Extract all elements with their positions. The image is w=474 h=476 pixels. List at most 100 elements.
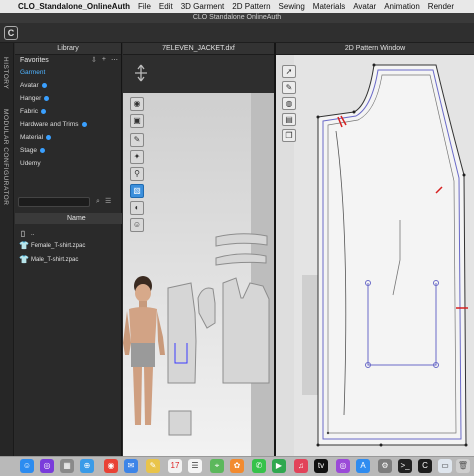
list-view-icon[interactable]: ☰: [105, 197, 117, 207]
library-item-label: Hardware and Trims: [20, 121, 79, 128]
avatar-tool-icon[interactable]: ◉: [130, 97, 144, 111]
move-tool-icon[interactable]: [131, 63, 151, 83]
podcasts-icon[interactable]: ◎: [336, 459, 350, 473]
tab-history[interactable]: HISTORY: [2, 57, 9, 89]
fabric-color-icon[interactable]: ◍: [282, 97, 296, 110]
app-root: CLO_Standalone_OnlineAuth File Edit 3D G…: [0, 0, 474, 476]
library-item-stage[interactable]: Stage: [20, 147, 45, 154]
2d-viewport[interactable]: ➚ ✎ ◍ ▤ ❐: [276, 55, 474, 456]
avatar-display-icon[interactable]: ☺: [130, 218, 144, 232]
launchpad-icon[interactable]: ▦: [60, 459, 74, 473]
notes-icon[interactable]: ✎: [146, 459, 160, 473]
tack-tool-icon[interactable]: ⚲: [130, 167, 144, 181]
pattern-piece-back: [222, 277, 270, 384]
favorites-label[interactable]: Favorites: [20, 57, 49, 64]
tab-modular-configurator[interactable]: MODULAR CONFIGURATOR: [2, 109, 9, 205]
maps-icon[interactable]: ⌖: [210, 459, 224, 473]
edit-pattern-icon[interactable]: ✎: [282, 81, 296, 94]
music-icon[interactable]: ♫: [294, 459, 308, 473]
menu-materials[interactable]: Materials: [309, 2, 349, 11]
sync-dot-icon: [46, 135, 52, 140]
pattern-piece-sleeve: [197, 287, 216, 329]
garment-tool-icon[interactable]: ▣: [130, 114, 144, 128]
facetime-icon[interactable]: ▶: [272, 459, 286, 473]
sync-dot-icon: [81, 122, 87, 127]
menu-render[interactable]: Render: [424, 2, 458, 11]
menu-animation[interactable]: Animation: [380, 2, 424, 11]
preview-icon[interactable]: ▭: [438, 459, 452, 473]
macos-dock: ☺ ◎ ▦ ⊕ ◉ ✉ ✎ 17 ☰ ⌖ ✿ ✆ ▶ ♫ tv ◎ A ⚙ >_…: [0, 456, 474, 476]
fabric-display-icon[interactable]: ▧: [130, 184, 144, 198]
3d-viewport[interactable]: ◉ ▣ ✎ ✦ ⚲ ▧ ◐ ☺: [123, 93, 274, 456]
sync-dot-icon: [41, 83, 47, 88]
3d-scene: [123, 93, 274, 456]
library-item-material[interactable]: Material: [20, 134, 52, 141]
app-toolbar: C: [0, 23, 474, 43]
library-item-avatar[interactable]: Avatar: [20, 82, 47, 89]
tshirt-icon: 👕: [19, 255, 29, 264]
file-row-female-tshirt[interactable]: 👕 Female_T-shirt.zpac: [19, 241, 85, 251]
select-pattern-icon[interactable]: ➚: [282, 65, 296, 78]
2d-window-title: 2D Pattern Window: [276, 43, 474, 55]
library-item-label: Hanger: [20, 95, 42, 102]
2d-pattern-canvas: [294, 55, 474, 456]
library-item-hardware[interactable]: Hardware and Trims: [20, 121, 87, 128]
3d-toolbar: [123, 55, 274, 93]
clo-icon[interactable]: C: [418, 459, 432, 473]
menu-3d-garment[interactable]: 3D Garment: [177, 2, 229, 11]
menu-edit[interactable]: Edit: [155, 2, 177, 11]
sync-dot-icon: [44, 96, 50, 101]
file-row-parent[interactable]: ▯ ..: [19, 229, 35, 239]
pattern-piece-collar: [215, 233, 268, 247]
library-panel: Library Favorites ⇩ + ⋯ Garment Avatar H…: [15, 43, 122, 456]
library-search-input[interactable]: [18, 197, 90, 207]
library-item-fabric[interactable]: Fabric: [20, 108, 47, 115]
messages-icon[interactable]: ✆: [252, 459, 266, 473]
menu-sewing[interactable]: Sewing: [275, 2, 309, 11]
mail-icon[interactable]: ✉: [124, 459, 138, 473]
library-item-udemy[interactable]: Udemy: [20, 160, 41, 167]
library-tools: ⇩ + ⋯: [91, 56, 118, 64]
library-item-label: Garment: [20, 69, 46, 76]
copy-pattern-icon[interactable]: ❐: [282, 129, 296, 142]
pattern-piece-front-left: [167, 282, 197, 384]
3d-garment-window: 7ELEVEN_JACKET.dxf ◉ ▣ ✎ ✦ ⚲ ▧ ◐ ☺: [123, 43, 274, 456]
clo-logo-icon[interactable]: C: [4, 26, 18, 40]
more-icon[interactable]: ⋯: [111, 56, 118, 64]
tshirt-icon: 👕: [19, 241, 29, 250]
library-item-label: Fabric: [20, 108, 39, 115]
safari-icon[interactable]: ⊕: [80, 459, 94, 473]
add-icon[interactable]: +: [102, 56, 106, 64]
sync-dot-icon: [41, 109, 47, 114]
chrome-icon[interactable]: ◉: [104, 459, 118, 473]
library-item-label: Avatar: [20, 82, 39, 89]
file-label: ..: [31, 231, 35, 237]
settings-icon[interactable]: ⚙: [378, 459, 392, 473]
terminal-icon[interactable]: >_: [398, 459, 412, 473]
reminders-icon[interactable]: ☰: [188, 459, 202, 473]
menu-app-name[interactable]: CLO_Standalone_OnlineAuth: [14, 2, 134, 11]
appstore-icon[interactable]: A: [356, 459, 370, 473]
library-item-label: Udemy: [20, 160, 41, 167]
fold-tool-icon[interactable]: ✦: [130, 150, 144, 164]
texture-icon[interactable]: ◐: [130, 201, 144, 215]
library-item-hanger[interactable]: Hanger: [20, 95, 50, 102]
file-row-male-tshirt[interactable]: 👕 Male_T-shirt.zpac: [19, 255, 78, 265]
select-mesh-icon[interactable]: ✎: [130, 133, 144, 147]
photos-icon[interactable]: ✿: [230, 459, 244, 473]
library-item-garment[interactable]: Garment: [20, 69, 45, 76]
calendar-icon[interactable]: 17: [168, 459, 182, 473]
menu-2d-pattern[interactable]: 2D Pattern: [228, 2, 274, 11]
finder-icon[interactable]: ☺: [20, 459, 34, 473]
3d-window-title: 7ELEVEN_JACKET.dxf: [123, 43, 274, 55]
pattern-piece-pocket: [168, 410, 192, 436]
lock-icon[interactable]: ▤: [282, 113, 296, 126]
column-header-name[interactable]: Name: [15, 213, 122, 224]
trash-icon[interactable]: 🗑: [456, 459, 470, 473]
menu-avatar[interactable]: Avatar: [349, 2, 380, 11]
search-icon[interactable]: ⌕: [93, 197, 103, 207]
siri-icon[interactable]: ◎: [40, 459, 54, 473]
appletv-icon[interactable]: tv: [314, 459, 328, 473]
menu-file[interactable]: File: [134, 2, 155, 11]
download-icon[interactable]: ⇩: [91, 56, 97, 64]
